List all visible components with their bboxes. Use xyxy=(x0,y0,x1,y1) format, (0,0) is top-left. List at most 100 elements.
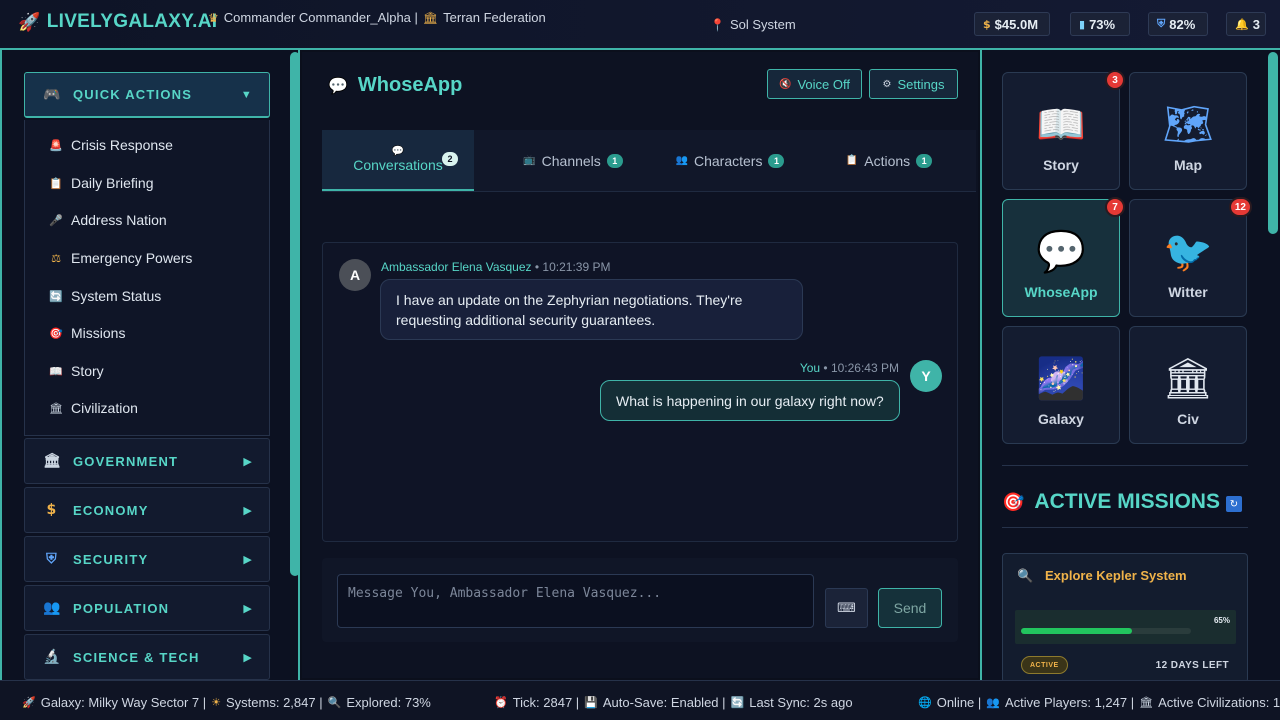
notifications-stat[interactable]: 🔔 3 xyxy=(1226,12,1266,36)
app-tile-story[interactable]: 📖 Story 3 xyxy=(1002,70,1125,190)
app-tile-galaxy[interactable]: 🌌 Galaxy xyxy=(1002,326,1120,444)
app-tile-whoseapp[interactable]: 💬 WhoseApp 7 xyxy=(1002,197,1125,317)
logo-text: LIVELYGALAXY.AI xyxy=(46,11,218,32)
settings-button[interactable]: ⚙ Settings xyxy=(869,69,958,99)
tab-channels[interactable]: 📺 Channels 1 xyxy=(508,130,638,191)
section-economy[interactable]: $ ECONOMY ▶ xyxy=(24,487,270,533)
rocket-icon: 🚀 xyxy=(22,696,36,709)
quick-action-label: Crisis Response xyxy=(71,137,173,153)
microphone-icon: 🎤 xyxy=(49,213,63,227)
chart-icon: ▮ xyxy=(1079,17,1086,31)
chevron-down-icon: ▼ xyxy=(240,88,253,101)
quick-actions-title: QUICK ACTIONS xyxy=(73,87,193,102)
progress-label: 65% xyxy=(1213,616,1230,625)
quick-action-daily-briefing[interactable]: 📋 Daily Briefing xyxy=(49,175,153,191)
security-value: 82% xyxy=(1169,16,1196,32)
missions-title: 🎯 ACTIVE MISSIONS xyxy=(1002,490,1220,514)
chat-title: 💬 WhoseApp xyxy=(328,74,462,97)
bird-icon: 🐦 xyxy=(1163,229,1213,275)
section-population[interactable]: 👥 POPULATION ▶ xyxy=(24,585,270,631)
avatar: Y xyxy=(910,360,942,392)
tab-conversations[interactable]: 💬 Conversations 2 xyxy=(322,130,474,191)
voice-toggle-button[interactable]: 🔇 Voice Off xyxy=(767,69,862,99)
message-sender: Ambassador Elena Vasquez xyxy=(381,260,532,274)
speech-bubble-icon: 💬 xyxy=(328,76,348,95)
app-label: Galaxy xyxy=(1038,411,1084,427)
speech-bubble-icon: 💬 xyxy=(391,146,405,157)
quick-action-story[interactable]: 📖 Story xyxy=(49,363,104,379)
quick-action-crisis-response[interactable]: 🚨 Crisis Response xyxy=(49,137,173,153)
message-meta: You • 10:26:43 PM xyxy=(800,361,899,375)
quick-action-system-status[interactable]: 🔄 System Status xyxy=(49,288,161,304)
tab-characters[interactable]: 👥 Characters 1 xyxy=(662,130,798,191)
speaker-muted-icon: 🔇 xyxy=(779,78,792,90)
message-list[interactable]: A Ambassador Elena Vasquez • 10:21:39 PM… xyxy=(322,242,958,542)
tab-count-badge: 1 xyxy=(768,153,785,168)
app-tile-civ[interactable]: 🏛 Civ xyxy=(1129,326,1247,444)
gear-icon: ⚙ xyxy=(882,78,892,90)
galaxy-icon: 🌌 xyxy=(1036,356,1086,402)
keyboard-button[interactable]: ⌨ xyxy=(825,588,868,628)
chevron-right-icon: ▶ xyxy=(243,553,253,566)
quick-action-emergency-powers[interactable]: ⚖ Emergency Powers xyxy=(49,250,192,266)
speech-bubble-icon: 💬 xyxy=(1036,229,1086,275)
divider xyxy=(1002,465,1248,466)
missions-title-text: ACTIVE MISSIONS xyxy=(1034,490,1220,513)
app-tile-witter[interactable]: 🐦 Witter 12 xyxy=(1129,197,1252,317)
approval-value: 73% xyxy=(1089,16,1116,32)
app-tile-map[interactable]: 🗺 Map xyxy=(1129,72,1247,190)
map-icon: 🗺 xyxy=(1162,102,1214,148)
credits-value: $45.0M xyxy=(994,16,1039,32)
message-input[interactable] xyxy=(337,574,814,628)
scales-icon: ⚖ xyxy=(51,251,61,265)
message-time: • 10:21:39 PM xyxy=(534,260,611,274)
last-sync: Last Sync: 2s ago xyxy=(749,695,853,710)
section-label: POPULATION xyxy=(73,600,170,616)
quick-action-address-nation[interactable]: 🎤 Address Nation xyxy=(49,212,167,228)
logo[interactable]: 🚀 LIVELYGALAXY.AI xyxy=(18,11,217,33)
clipboard-icon: 📋 xyxy=(845,155,859,166)
map-pin-icon: 📍 xyxy=(710,17,725,32)
tab-count-badge: 2 xyxy=(442,152,458,166)
faction-name: Terran Federation xyxy=(443,10,546,25)
section-government[interactable]: 🏛 GOVERNMENT ▶ xyxy=(24,438,270,484)
security-stat[interactable]: ⛨ 82% xyxy=(1148,12,1208,36)
quick-action-missions[interactable]: 🎯 Missions xyxy=(49,325,125,341)
mission-card[interactable]: 🔍 Explore Kepler System 65% ACTIVE 12 DA… xyxy=(1002,553,1248,683)
message-composer: ⌨ Send xyxy=(322,558,958,642)
shield-icon: ⛨ xyxy=(1157,17,1166,30)
voice-label: Voice Off xyxy=(797,76,850,92)
galaxy-label: Galaxy: Milky Way Sector 7 | xyxy=(40,695,207,710)
bell-icon: 🔔 xyxy=(1235,17,1249,31)
tab-label: Actions xyxy=(864,152,911,169)
app-label: Witter xyxy=(1168,284,1208,300)
send-button[interactable]: Send xyxy=(878,588,942,628)
mission-name: Explore Kepler System xyxy=(1045,568,1187,583)
refresh-icon: 🔄 xyxy=(49,289,63,303)
days-left: 12 DAYS LEFT xyxy=(1155,660,1229,671)
server-status: 🌐 Online | 👥 Active Players: 1,247 | 🏛 A… xyxy=(918,695,1280,710)
credits-stat[interactable]: $ $45.0M xyxy=(974,12,1050,36)
sidebar: 🎮 QUICK ACTIONS ▼ 🚨 Crisis Response 📋 Da… xyxy=(0,50,300,680)
section-science-tech[interactable]: 🔬 SCIENCE & TECH ▶ xyxy=(24,634,270,680)
sidebar-scrollbar[interactable] xyxy=(290,52,300,576)
tab-label: Channels xyxy=(541,152,601,169)
magnifier-icon: 🔍 xyxy=(1017,569,1034,584)
section-security[interactable]: ⛨ SECURITY ▶ xyxy=(24,536,270,582)
money-bag-icon: $ xyxy=(983,17,991,31)
approval-stat[interactable]: ▮ 73% xyxy=(1070,12,1130,36)
quick-action-label: System Status xyxy=(71,288,162,304)
sun-icon: ☀ xyxy=(211,696,222,709)
quick-action-label: Address Nation xyxy=(71,212,167,228)
active-players: Active Players: 1,247 | xyxy=(1004,695,1135,710)
classical-building-icon: 🏛 xyxy=(422,10,439,25)
refresh-icon[interactable]: ↻ xyxy=(1226,496,1242,512)
tab-actions[interactable]: 📋 Actions 1 xyxy=(834,130,944,191)
quick-action-civilization[interactable]: 🏛 Civilization xyxy=(49,400,138,416)
status-bar: 🚀 Galaxy: Milky Way Sector 7 | ☀ Systems… xyxy=(0,680,1280,720)
section-label: ECONOMY xyxy=(73,502,149,518)
quick-actions-header[interactable]: 🎮 QUICK ACTIONS ▼ xyxy=(24,72,270,118)
notification-badge: 7 xyxy=(1105,197,1125,217)
magnifier-icon: 🔍 xyxy=(327,696,342,709)
right-scrollbar[interactable] xyxy=(1268,52,1278,234)
